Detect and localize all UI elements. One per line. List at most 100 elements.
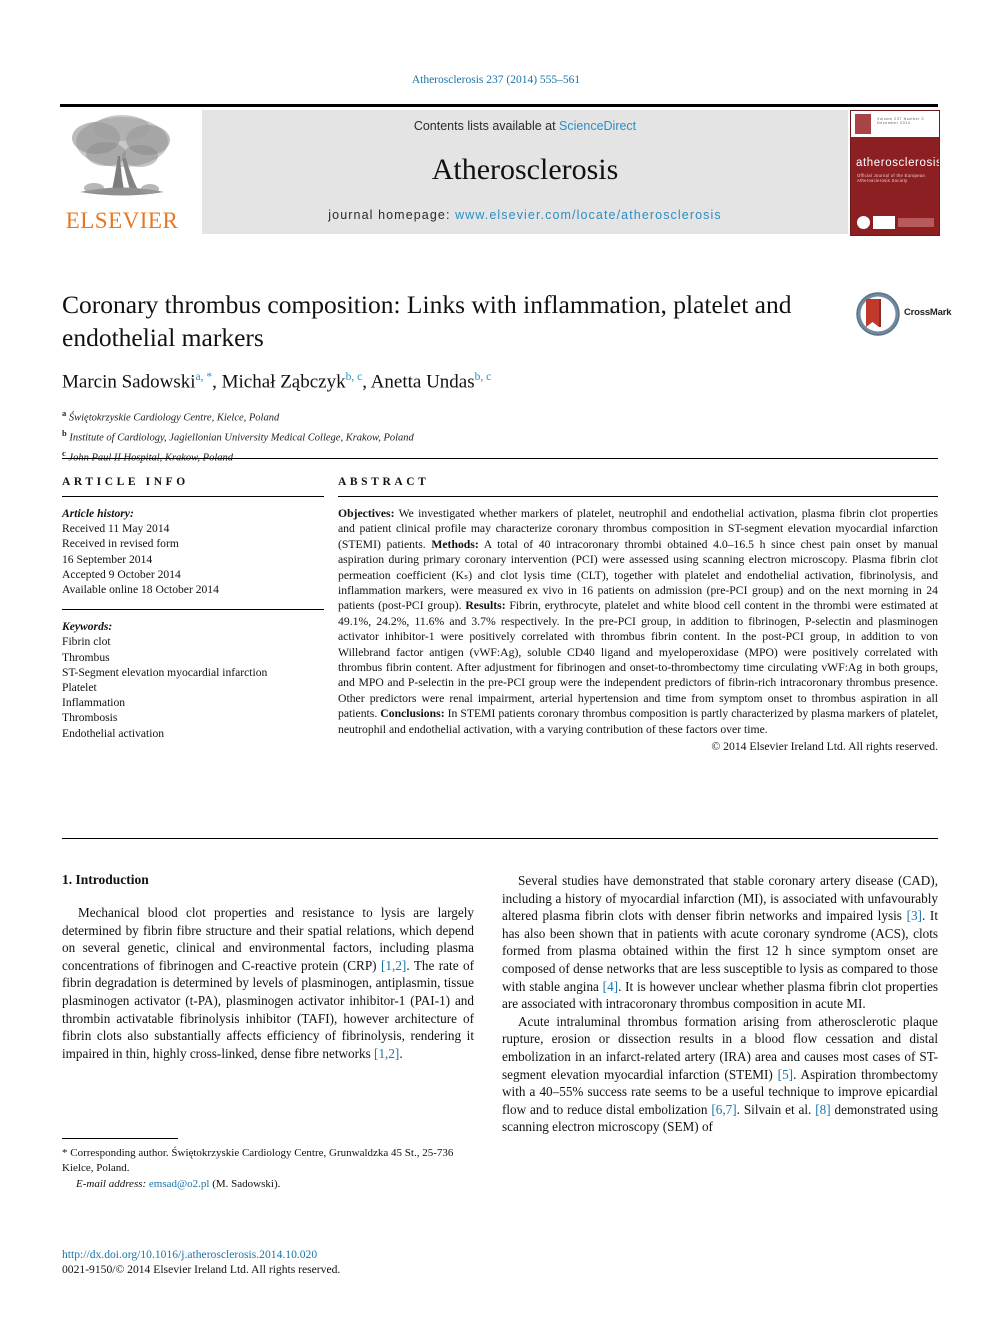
intro-text: . The rate of fibrin degradation is dete…	[62, 957, 474, 1061]
crossmark-label: CrossMark	[904, 307, 952, 318]
abstract-column: ABSTRACT Objectives: We investigated whe…	[338, 476, 938, 753]
sciencedirect-link[interactable]: ScienceDirect	[559, 119, 636, 133]
issn-copyright-line: 0021-9150/© 2014 Elsevier Ireland Ltd. A…	[62, 1263, 341, 1276]
cover-title: atherosclerosis	[856, 157, 940, 169]
keyword-item: Fibrin clot	[62, 635, 111, 649]
corresponding-author-footnote: * Corresponding author. Świętokrzyskie C…	[62, 1146, 474, 1192]
crossmark-badge-container[interactable]: CrossMark	[856, 292, 952, 338]
author-affiliation-mark: b, c	[345, 371, 363, 383]
abstract-top-rule	[62, 458, 938, 459]
journal-homepage-link[interactable]: www.elsevier.com/locate/atherosclerosis	[455, 208, 722, 222]
keyword-item: Platelet	[62, 681, 97, 695]
affiliation-text: Institute of Cardiology, Jagiellonian Un…	[69, 432, 414, 444]
journal-masthead: ELSEVIER Contents lists available at Sci…	[60, 104, 940, 236]
cover-badge-box-icon	[873, 216, 895, 229]
email-label: E-mail address:	[76, 1178, 147, 1191]
abstract-results-text: Fibrin, erythrocyte, platelet and white …	[338, 599, 938, 721]
article-info-column: ARTICLE INFO Article history: Received 1…	[62, 476, 324, 741]
doi-block: http://dx.doi.org/10.1016/j.atherosclero…	[62, 1247, 562, 1277]
article-history-item: Received in revised form	[62, 537, 179, 551]
crossmark-icon[interactable]	[856, 292, 900, 336]
cover-elsevier-icon	[855, 114, 871, 134]
abstract-objectives-label: Objectives:	[338, 507, 395, 520]
abstract-rule	[338, 496, 938, 497]
contents-prefix: Contents lists available at	[413, 119, 560, 133]
affiliation-mark: b	[62, 428, 67, 439]
footnote-rule	[62, 1138, 178, 1139]
elsevier-wordmark: ELSEVIER	[65, 208, 179, 233]
citation-link[interactable]: [1,2]	[374, 1046, 399, 1061]
abstract-conclusions-label: Conclusions:	[380, 707, 445, 721]
article-history-item: 16 September 2014	[62, 552, 153, 566]
citation-link[interactable]: [4]	[603, 979, 618, 994]
keyword-item: Endothelial activation	[62, 726, 165, 740]
affiliation-item: a Świętokrzyskie Cardiology Centre, Kiel…	[62, 406, 842, 426]
cover-badges	[857, 216, 934, 229]
citation-link[interactable]: [5]	[778, 1067, 793, 1082]
intro-paragraph-2: Several studies have demonstrated that s…	[502, 872, 938, 1013]
author-affiliation-mark: a, *	[195, 371, 213, 383]
abstract-bottom-rule	[62, 838, 938, 839]
email-line: E-mail address: emsad@o2.pl (M. Sadowski…	[62, 1177, 474, 1192]
affiliation-item: c John Paul II Hospital, Krakow, Poland	[62, 446, 842, 466]
article-info-heading: ARTICLE INFO	[62, 476, 189, 488]
intro-paragraph-1: Mechanical blood clot properties and res…	[62, 904, 474, 1062]
doi-link[interactable]: http://dx.doi.org/10.1016/j.atherosclero…	[62, 1247, 562, 1262]
article-history-item: Accepted 9 October 2014	[62, 567, 181, 581]
article-info-rule	[62, 496, 324, 497]
elsevier-tree-icon	[72, 115, 170, 196]
cover-badge-text-block	[898, 218, 934, 227]
affiliation-item: b Institute of Cardiology, Jagiellonian …	[62, 426, 842, 446]
keyword-item: Thrombus	[62, 650, 110, 664]
author-name[interactable]: Marcin Sadowski	[62, 371, 196, 392]
author-affiliation-mark: b, c	[474, 371, 492, 383]
author-name[interactable]: Michał Ząbczyk	[222, 371, 346, 392]
cover-subtitle: Official Journal of the European Atheros…	[857, 173, 926, 183]
keywords-label: Keywords:	[62, 620, 113, 634]
citation-link[interactable]: [3]	[907, 908, 922, 923]
author-name[interactable]: Anetta Undas	[371, 371, 475, 392]
cover-header-strip: Volume 237 Number 2 December 2014	[851, 111, 939, 137]
abstract-heading: ABSTRACT	[338, 476, 430, 488]
article-page: Atherosclerosis 237 (2014) 555–561 ELSEV…	[0, 0, 992, 1323]
contents-available-line: Contents lists available at ScienceDirec…	[202, 119, 848, 133]
abstract-methods-label: Methods:	[431, 537, 479, 551]
abstract-copyright: © 2014 Elsevier Ireland Ltd. All rights …	[711, 740, 938, 754]
section-title-introduction: 1. Introduction	[62, 872, 149, 887]
intro-paragraph-3: Acute intraluminal thrombus formation ar…	[502, 1013, 938, 1136]
abstract-results-label: Results:	[465, 599, 506, 613]
elsevier-logo: ELSEVIER	[60, 112, 184, 234]
email-link[interactable]: emsad@o2.pl	[149, 1178, 210, 1190]
citation-link[interactable]: [6,7]	[711, 1102, 736, 1117]
keyword-item: Inflammation	[62, 696, 126, 710]
intro-text: Several studies have demonstrated that s…	[502, 873, 938, 924]
keywords-block: Keywords: Fibrin clot Thrombus ST-Segmen…	[62, 619, 324, 741]
citation-link[interactable]: [1,2]	[381, 958, 406, 973]
body-column-left: 1. Introduction Mechanical blood clot pr…	[62, 872, 474, 1062]
homepage-prefix: journal homepage:	[328, 208, 456, 222]
body-column-right: Several studies have demonstrated that s…	[502, 872, 938, 1136]
journal-homepage-line: journal homepage: www.elsevier.com/locat…	[202, 208, 848, 222]
keyword-item: Thrombosis	[62, 711, 118, 725]
corresponding-author-text: Corresponding author. Świętokrzyskie Car…	[62, 1147, 454, 1174]
title-block: Coronary thrombus composition: Links wit…	[62, 288, 842, 466]
author-list: Marcin Sadowskia, *, Michał Ząbczykb, c,…	[62, 371, 492, 393]
affiliation-text: Świętokrzyskie Cardiology Centre, Kielce…	[68, 412, 280, 424]
abstract-text: Objectives: We investigated whether mark…	[338, 506, 938, 737]
intro-text: .	[399, 1045, 403, 1061]
keyword-item: ST-Segment elevation myocardial infarcti…	[62, 665, 268, 679]
affiliation-mark: a	[62, 408, 67, 419]
article-history-block: Article history: Received 11 May 2014 Re…	[62, 506, 324, 597]
journal-title: Atherosclerosis	[431, 153, 619, 186]
cover-badge-circle-icon	[857, 216, 870, 229]
intro-text: . Silvain et al.	[736, 1101, 816, 1117]
article-history-item: Available online 18 October 2014	[62, 583, 219, 597]
page-title: Coronary thrombus composition: Links wit…	[62, 290, 792, 352]
journal-band: Contents lists available at ScienceDirec…	[202, 110, 848, 234]
cover-issue-line: Volume 237 Number 2 December 2014	[877, 117, 925, 125]
masthead-top-rule	[60, 104, 938, 107]
journal-cover-thumbnail: Volume 237 Number 2 December 2014 athero…	[850, 110, 940, 236]
email-suffix: (M. Sadowski).	[209, 1178, 281, 1191]
citation-link[interactable]: [8]	[815, 1102, 830, 1117]
article-history-label: Article history:	[62, 507, 134, 520]
